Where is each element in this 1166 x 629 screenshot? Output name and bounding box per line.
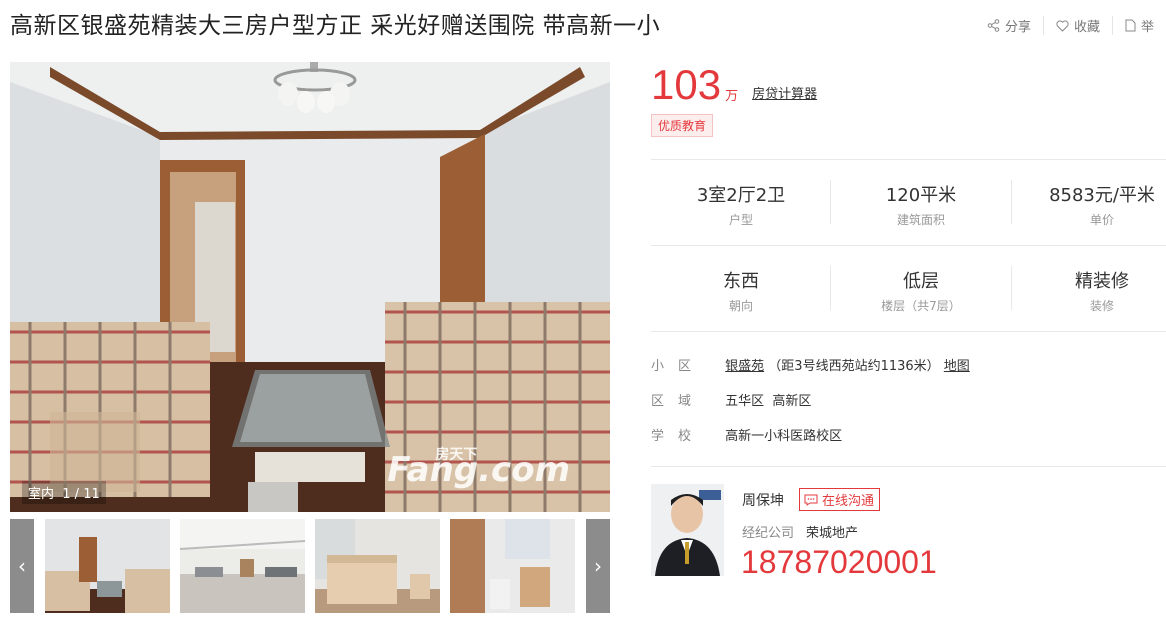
- thumbnail-2[interactable]: [180, 519, 305, 613]
- divider: [651, 245, 1166, 246]
- info-community: 小区 银盛苑 （距3号线西苑站约1136米） 地图: [651, 355, 970, 374]
- price-row: 103 万 房贷计算器: [651, 62, 817, 108]
- price-value: 103: [651, 61, 722, 108]
- stat-unit-price: 8583元/平米 单价: [1012, 181, 1166, 228]
- chat-icon: [804, 494, 818, 506]
- watermark-small: 房天下: [435, 447, 478, 463]
- main-photo[interactable]: 室内 1 / 11 房天下 Fang.com: [10, 62, 610, 512]
- divider: [651, 331, 1166, 332]
- price-unit: 万: [725, 89, 739, 104]
- stat-value: 120平米: [885, 185, 957, 206]
- thumbnail-4[interactable]: [450, 519, 575, 613]
- living-room-photo: [10, 62, 610, 512]
- loan-calculator-link[interactable]: 房贷计算器: [752, 83, 817, 102]
- stat-layout: 3室2厅2卫 户型: [651, 181, 831, 228]
- stat-value: 8583元/平米: [1049, 185, 1155, 206]
- thumbnail-bedroom: [315, 519, 440, 613]
- stat-label: 户型: [728, 213, 753, 227]
- action-bar: 分享 收藏 举: [975, 16, 1166, 35]
- map-link[interactable]: 地图: [944, 359, 970, 374]
- stat-value: 3室2厅2卫: [696, 185, 786, 206]
- fang-watermark: 房天下 Fang.com: [387, 447, 570, 490]
- stat-label: 建筑面积: [896, 213, 945, 227]
- stat-label: 楼层（共7层）: [881, 299, 961, 313]
- stat-area: 120平米 建筑面积: [831, 181, 1011, 228]
- document-icon: [1125, 19, 1136, 32]
- divider: [651, 466, 1166, 467]
- company-label: 经纪公司: [742, 526, 795, 541]
- stat-value: 东西: [723, 271, 759, 292]
- watermark-big: Fang.com: [387, 450, 570, 490]
- info-district: 区域 五华区 高新区: [651, 390, 811, 409]
- agent-avatar[interactable]: [651, 484, 724, 576]
- share-icon: [987, 19, 1000, 32]
- photo-index: 1 / 11: [62, 487, 100, 502]
- chevron-right-icon: ›: [594, 554, 602, 578]
- divider: [651, 159, 1166, 160]
- chevron-left-icon: ‹: [18, 554, 26, 578]
- thumb-next-button[interactable]: ›: [586, 519, 610, 613]
- agent-portrait: [651, 484, 724, 576]
- report-label: 举: [1140, 20, 1154, 35]
- school-link[interactable]: 高新一小科医路校区: [725, 429, 842, 444]
- chat-label: 在线沟通: [822, 494, 875, 509]
- community-distance: （距3号线西苑站约1136米）: [768, 359, 940, 374]
- stat-label: 装修: [1089, 299, 1114, 313]
- heart-icon: [1056, 19, 1069, 32]
- stat-label: 单价: [1089, 213, 1114, 227]
- thumbnail-courtyard: [180, 519, 305, 613]
- stat-orientation: 东西 朝向: [651, 267, 831, 314]
- agent-company: 经纪公司 荣城地产: [742, 522, 858, 541]
- community-link[interactable]: 银盛苑: [725, 359, 764, 374]
- report-button[interactable]: 举: [1111, 16, 1166, 35]
- info-label: 学校: [651, 429, 706, 444]
- agent-name: 周保坤: [742, 493, 784, 509]
- info-school: 学校 高新一小科医路校区: [651, 425, 842, 444]
- thumbnail-strip: ‹ ›: [10, 519, 610, 613]
- info-label: 小区: [651, 359, 706, 374]
- stat-label: 朝向: [728, 299, 753, 313]
- stat-decoration: 精装修 装修: [1012, 267, 1166, 314]
- photo-caption: 室内 1 / 11: [22, 481, 106, 504]
- thumbnail-bathroom: [450, 519, 575, 613]
- thumbnail-3[interactable]: [315, 519, 440, 613]
- agent-phone[interactable]: 18787020001: [741, 544, 937, 581]
- stat-floor: 低层 楼层（共7层）: [831, 267, 1011, 314]
- favorite-label: 收藏: [1073, 20, 1100, 35]
- share-button[interactable]: 分享: [975, 16, 1043, 35]
- thumb-prev-button[interactable]: ‹: [10, 519, 34, 613]
- online-chat-button[interactable]: 在线沟通: [799, 488, 881, 511]
- share-label: 分享: [1004, 20, 1031, 35]
- thumbnail-living-room: [45, 519, 170, 613]
- thumbnail-1[interactable]: [45, 519, 170, 613]
- stat-value: 精装修: [1075, 271, 1129, 292]
- info-label: 区域: [651, 394, 706, 409]
- listing-title: 高新区银盛苑精装大三房户型方正 采光好赠送围院 带高新一小: [10, 13, 661, 39]
- subdistrict-link[interactable]: 高新区: [772, 394, 811, 409]
- district-link[interactable]: 五华区: [725, 394, 764, 409]
- photo-category: 室内: [28, 487, 55, 502]
- company-name[interactable]: 荣城地产: [806, 526, 858, 541]
- favorite-button[interactable]: 收藏: [1042, 16, 1112, 35]
- stat-value: 低层: [903, 271, 939, 292]
- feature-tag: 优质教育: [651, 114, 714, 137]
